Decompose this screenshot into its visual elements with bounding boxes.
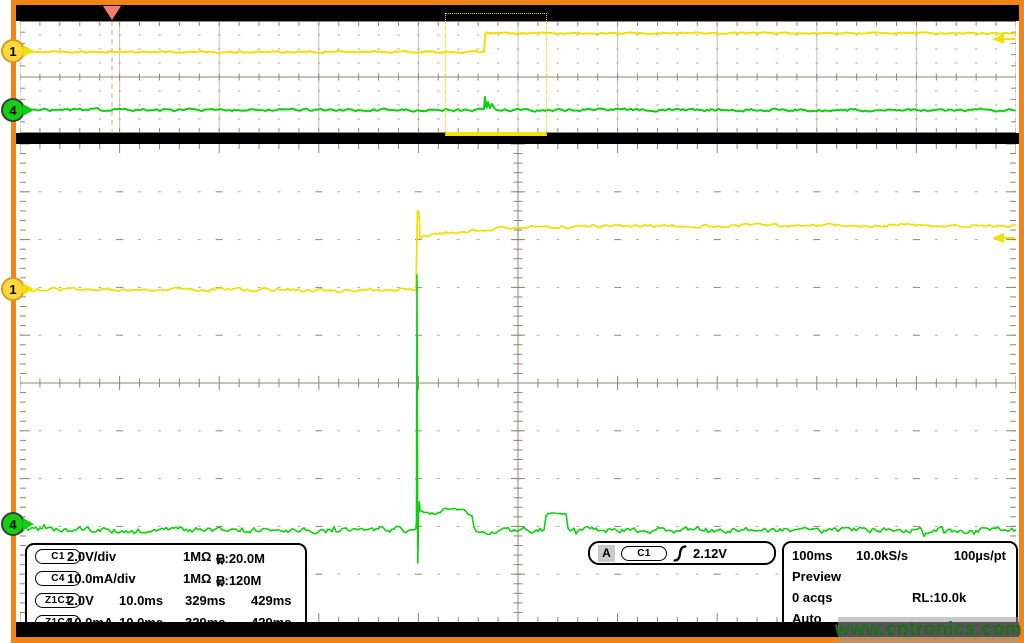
rising-edge-icon [673, 544, 687, 563]
acquisition-count: 0 acqs [792, 590, 832, 605]
ch1-readout-row: C1 2.0V/div 1MΩ BW:20.0M [33, 547, 301, 568]
ch1-level-arrow-overview[interactable] [992, 34, 1016, 44]
z1c1-scale: 2.0V [67, 593, 94, 608]
ch4-scale: 10.0mA/div [67, 571, 136, 586]
main-ch4-marker[interactable]: 4 [1, 512, 25, 536]
ch1-marker-label: 1 [9, 282, 16, 297]
ch4-marker-label: 4 [9, 103, 16, 118]
record-length: RL:10.0k [912, 590, 966, 605]
frame-right [1019, 0, 1024, 643]
ch1-marker-label: 1 [9, 44, 16, 59]
main-ch1-marker[interactable]: 1 [1, 277, 25, 301]
ch4-bandwidth: BW:120M [216, 571, 225, 589]
zoom1-ch1-readout-row: Z1C1 2.0V 10.0ms 329ms 429ms [33, 591, 301, 612]
ch1-impedance: 1MΩ [183, 549, 211, 564]
sample-rate: 10.0kS/s [856, 548, 908, 563]
trigger-source-badge[interactable]: C1 [621, 546, 667, 561]
z1c1-position: 429ms [251, 593, 291, 608]
ch4-marker-label: 4 [9, 517, 16, 532]
ch1-level-arrow-main[interactable] [992, 233, 1016, 243]
ch4-impedance: 1MΩ [183, 571, 211, 586]
overview-ch1-marker[interactable]: 1 [1, 39, 25, 63]
oscilloscope-screen: 1 4 1 4 C1 2.0V/div 1MΩ BW:20.0M C4 10.0… [0, 0, 1024, 643]
trigger-level: 2.12V [693, 546, 727, 561]
watermark: www.cntronics.com [838, 617, 1019, 643]
ch1-bandwidth: BW:20.0M [216, 549, 225, 567]
trigger-readout-box[interactable]: A C1 2.12V [588, 541, 776, 565]
z1c1-delay: 329ms [185, 593, 225, 608]
ch1-scale: 2.0V/div [67, 549, 116, 564]
sample-resolution: 100µs/pt [954, 548, 1006, 563]
zoom-window-box[interactable] [445, 13, 547, 136]
acquisition-state: Preview [792, 569, 841, 584]
ch4-readout-row: C4 10.0mA/div 1MΩ BW:120M [33, 569, 301, 590]
z1c1-timebase: 10.0ms [119, 593, 163, 608]
trigger-mode-label: A [598, 545, 615, 562]
trigger-position-marker[interactable] [103, 6, 121, 20]
horizontal-scale: 100ms [792, 548, 832, 563]
overview-ch4-marker[interactable]: 4 [1, 98, 25, 122]
